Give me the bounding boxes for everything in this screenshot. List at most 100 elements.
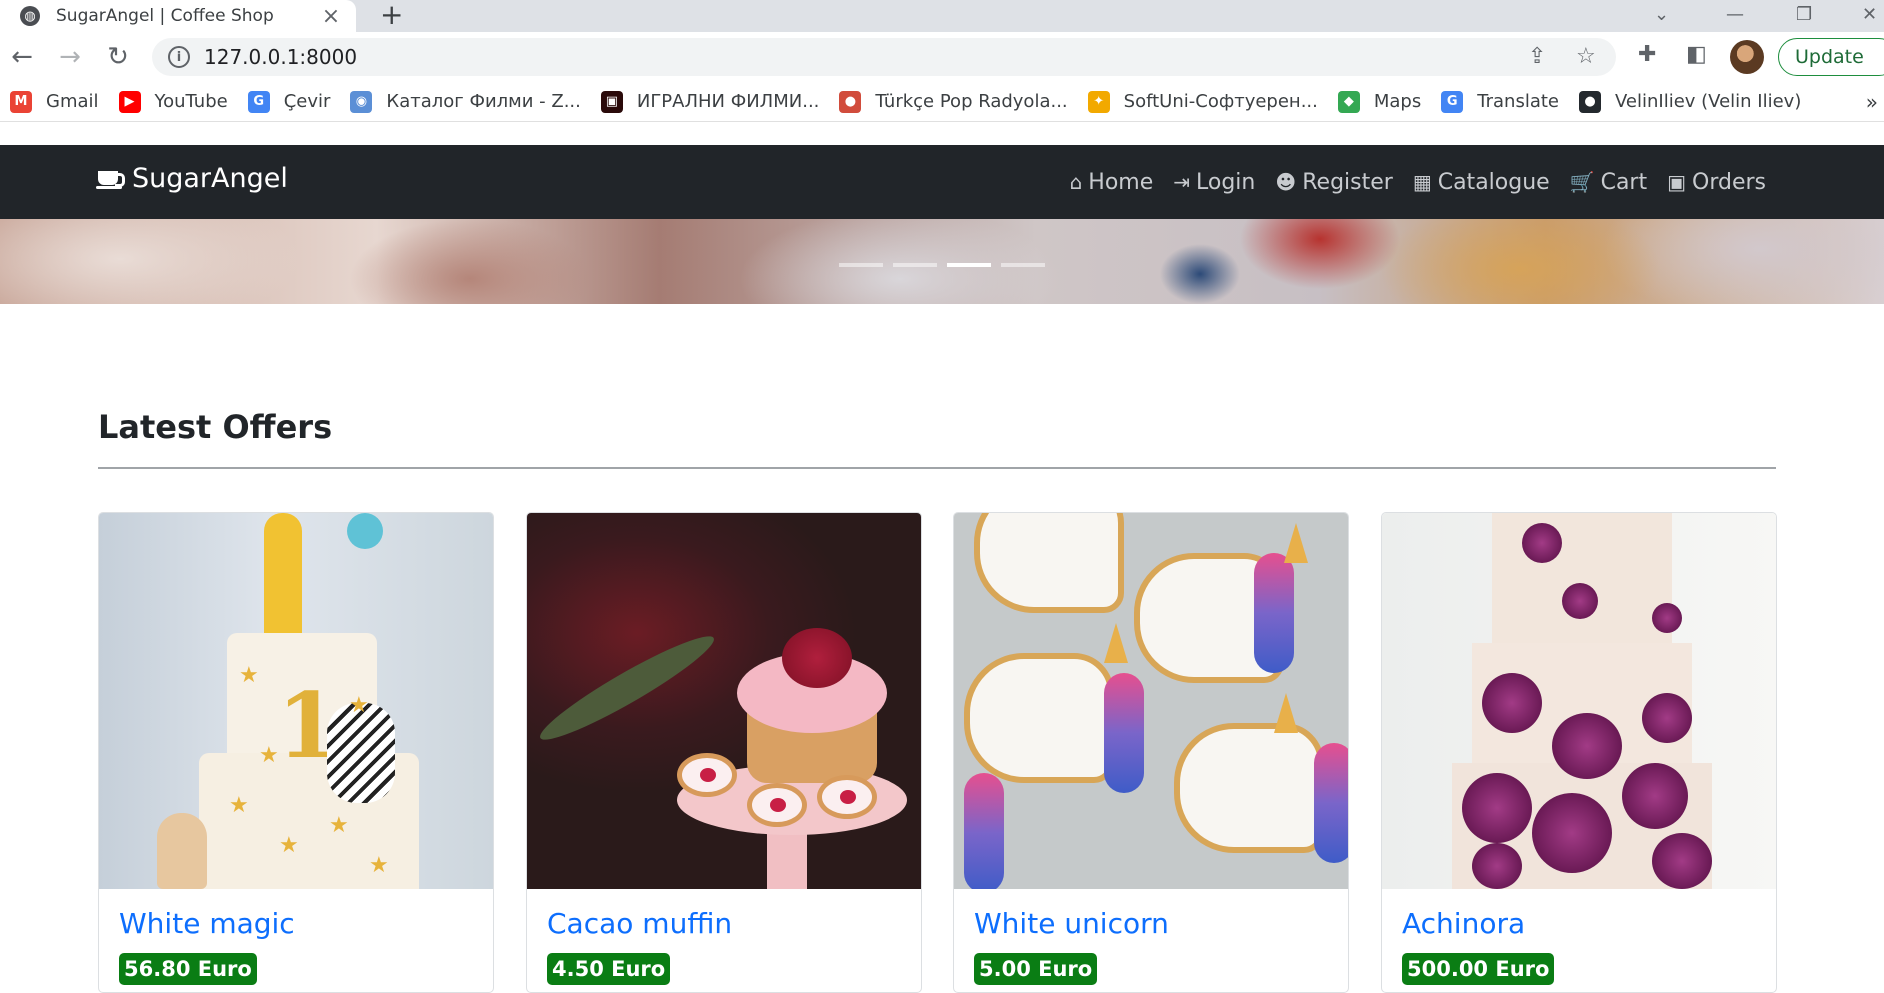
coffee-cup-icon [96,169,125,189]
nav-catalogue[interactable]: ▦ Catalogue [1413,170,1550,195]
new-tab-icon[interactable]: + [380,0,403,32]
bookmark-label: SoftUni-Софтуерен... [1123,91,1318,112]
bookmark-item[interactable]: ✦ SoftUni-Софтуерен... [1087,90,1318,113]
bookmarks-bar: M Gmail ▶ YouTube G Çevir ◉ Каталог Филми - Z..… [0,82,1884,122]
nav-label: Home [1088,169,1154,195]
window-close-icon[interactable]: ✕ [1862,0,1877,28]
offer-name-link[interactable]: White unicorn [974,907,1169,940]
bookmark-label: YouTube [154,91,228,112]
bag-icon: ▣ [1667,170,1687,194]
bookmark-item[interactable]: ◆ Maps [1337,90,1422,113]
offer-price-badge: 500.00 Euro [1402,953,1555,985]
restore-icon[interactable]: ❐ [1796,0,1812,28]
nav-label: Catalogue [1437,169,1550,195]
brand-name: SugarAngel [132,163,288,194]
reload-icon[interactable]: ↻ [98,37,138,77]
carousel-indicator[interactable] [893,263,937,267]
nav-label: Cart [1600,169,1648,195]
login-icon: ⇥ [1173,170,1191,194]
site-info-icon[interactable]: i [168,46,190,68]
bookmark-item[interactable]: G Translate [1441,90,1559,113]
nav-login[interactable]: ⇥ Login [1173,170,1255,195]
carousel-indicator[interactable] [1001,263,1045,267]
browser-tabbar: ◍ SugarAngel | Coffee Shop × + ⌄ — ❐ ✕ [0,0,1884,32]
side-panel-icon[interactable]: ◧ [1686,42,1707,67]
carousel-indicator[interactable] [947,263,991,267]
bookmark-label: ИГРАЛНИ ФИЛМИ... [636,91,820,112]
tab-search-icon[interactable]: ⌄ [1654,0,1669,28]
nav-label: Register [1302,169,1393,195]
offer-price-badge: 4.50 Euro [547,953,671,985]
minimize-icon[interactable]: — [1726,0,1744,28]
bookmark-item[interactable]: G Çevir [247,90,331,113]
offer-card[interactable]: Achinora 500.00 Euro [1381,512,1777,993]
bookmark-item[interactable]: ◉ Каталог Филми - Z... [350,90,581,113]
globe-icon: ◉ [350,90,373,113]
offer-image-unicorn-cookies[interactable] [954,513,1348,889]
carousel-indicator[interactable] [839,263,883,267]
offer-price-badge: 5.00 Euro [974,953,1098,985]
browser-toolbar: ← → ↻ i 127.0.0.1:8000 ⇪ ☆ ✚ ◧ Update [0,32,1884,82]
url-text[interactable]: 127.0.0.1:8000 [204,45,357,69]
offer-name-link[interactable]: Cacao muffin [547,907,732,940]
extensions-icon[interactable]: ✚ [1638,42,1656,67]
forward-icon[interactable]: → [50,37,90,77]
offer-image-muffin[interactable] [527,513,921,889]
bookmark-label: Translate [1477,91,1559,112]
offer-image-birthday-cake[interactable]: 1 ★ ★ ★ ★ ★ ★ ★ [99,513,493,889]
offer-card[interactable]: White unicorn 5.00 Euro [953,512,1349,993]
bookmark-label: Türkçe Pop Radyola... [875,91,1068,112]
bookmark-item[interactable]: M Gmail [10,90,99,113]
browser-tab[interactable]: ◍ SugarAngel | Coffee Shop × [0,0,356,32]
carousel-indicators [834,263,1050,267]
bookmark-label: Каталог Филми - Z... [386,91,581,112]
site-navbar: SugarAngel ⌂ Home ⇥ Login ☻ Register ▦ Catalogu… [0,145,1884,219]
translate-icon: G [1441,90,1464,113]
profile-avatar[interactable] [1730,40,1764,74]
bookmark-label: Çevir [283,91,331,112]
bookmark-item[interactable]: ● Türkçe Pop Radyola... [839,90,1068,113]
close-tab-icon[interactable]: × [320,4,342,29]
offer-price-badge: 56.80 Euro [119,953,257,985]
nav-label: Login [1196,169,1256,195]
nav-orders[interactable]: ▣ Orders [1667,170,1766,195]
nav-label: Orders [1692,169,1766,195]
google-translate-icon: G [247,90,270,113]
section-title: Latest Offers [98,408,333,446]
nav-home[interactable]: ⌂ Home [1070,170,1154,195]
offer-card[interactable]: Cacao muffin 4.50 Euro [526,512,922,993]
nav-register[interactable]: ☻ Register [1275,170,1392,195]
address-bar[interactable]: i 127.0.0.1:8000 ⇪ ☆ [152,38,1616,76]
radio-icon: ● [839,90,862,113]
bookmark-label: VelinIliev (Velin Iliev) [1614,91,1802,112]
update-button[interactable]: Update [1778,38,1884,76]
more-bookmarks-icon[interactable]: » [1866,90,1878,114]
cart-icon: 🛒 [1569,170,1595,194]
offer-name-link[interactable]: White magic [119,907,295,940]
offer-image-rose-cake[interactable] [1382,513,1776,889]
offer-card[interactable]: 1 ★ ★ ★ ★ ★ ★ ★ White magic 56.80 Euro [98,512,494,993]
brand-link[interactable]: SugarAngel [96,163,288,194]
nav-cart[interactable]: 🛒 Cart [1570,170,1647,195]
softuni-icon: ✦ [1087,90,1110,113]
bookmark-item[interactable]: ▶ YouTube [118,90,228,113]
back-icon[interactable]: ← [2,37,42,77]
gmail-icon: M [10,90,32,113]
github-icon: ● [1578,90,1601,113]
section-divider [98,467,1776,469]
share-icon[interactable]: ⇪ [1528,44,1546,69]
bookmark-label: Maps [1373,91,1422,112]
bookmark-star-icon[interactable]: ☆ [1576,44,1596,69]
update-label: Update [1795,46,1864,68]
home-icon: ⌂ [1069,170,1083,194]
offer-name-link[interactable]: Achinora [1402,907,1525,940]
tab-title: SugarAngel | Coffee Shop [56,6,274,26]
bookmark-item[interactable]: ● VelinIliev (Velin Iliev) [1578,90,1802,113]
cubes-icon: ▦ [1412,170,1432,194]
bookmark-item[interactable]: ▣ ИГРАЛНИ ФИЛМИ... [600,90,820,113]
film-icon: ▣ [600,90,623,113]
hero-carousel [0,219,1884,304]
globe-icon: ◍ [20,6,40,26]
youtube-icon: ▶ [118,90,141,113]
bookmark-label: Gmail [46,91,99,112]
